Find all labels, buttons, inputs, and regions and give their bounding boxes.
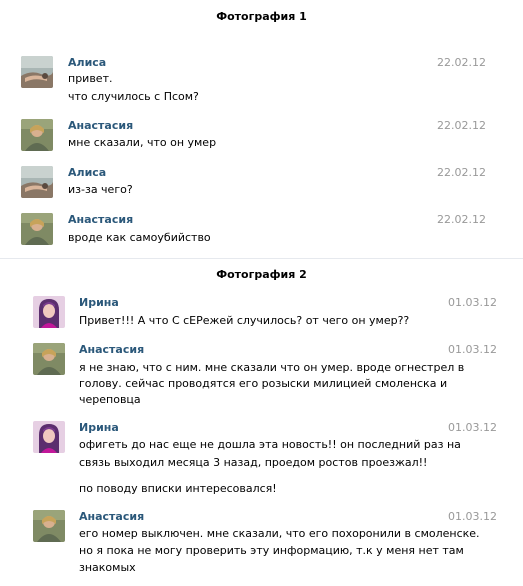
section-divider — [0, 258, 523, 259]
alisa-avatar-icon — [21, 56, 53, 88]
message-text: Привет!!! А что С сЕРежей случилось? от … — [79, 314, 410, 327]
avatar[interactable] — [33, 421, 65, 453]
avatar[interactable] — [21, 213, 53, 245]
irina-avatar-icon — [33, 421, 65, 453]
author-link[interactable]: Анастасия — [79, 510, 144, 523]
message: Ирина 01.03.12 офигеть до нас еще не дош… — [0, 421, 523, 497]
message: Ирина 01.03.12 Привет!!! А что С сЕРежей… — [0, 296, 523, 330]
message-date: 22.02.12 — [437, 166, 486, 179]
irina-avatar-icon — [33, 296, 65, 328]
author-link[interactable]: Алиса — [68, 56, 106, 69]
message-text: что случилось с Псом? — [68, 90, 199, 103]
author-link[interactable]: Анастасия — [68, 119, 133, 132]
author-link[interactable]: Ирина — [79, 296, 119, 309]
avatar[interactable] — [21, 166, 53, 198]
section-title-photo-2: Фотография 2 — [216, 268, 307, 281]
message-date: 01.03.12 — [448, 421, 497, 434]
author-link[interactable]: Анастасия — [68, 213, 133, 226]
message: Анастасия 01.03.12 его номер выключен. м… — [0, 510, 523, 576]
anastasia-avatar-icon — [33, 343, 65, 375]
message: Алиса 22.02.12 из-за чего? — [0, 166, 523, 200]
message: Анастасия 01.03.12 я не знаю, что с ним.… — [0, 343, 523, 407]
message-text: привет. — [68, 72, 113, 85]
anastasia-avatar-icon — [33, 510, 65, 542]
message: Алиса 22.02.12 привет. что случилось с П… — [0, 56, 523, 103]
avatar[interactable] — [21, 56, 53, 88]
message-text: вроде как самоубийство — [68, 231, 211, 244]
message-date: 01.03.12 — [448, 296, 497, 309]
message-text: офигеть до нас еще не дошла эта новость!… — [79, 438, 461, 451]
anastasia-avatar-icon — [21, 213, 53, 245]
message-text: по поводу вписки интересовался! — [79, 482, 277, 495]
message-text: голову. сейчас проводятся его розыски ми… — [79, 377, 448, 390]
author-link[interactable]: Алиса — [68, 166, 106, 179]
message-date: 22.02.12 — [437, 56, 486, 69]
message-text: но я пока не могу проверить эту информац… — [79, 544, 464, 557]
message-text: его номер выключен. мне сказали, что его… — [79, 527, 480, 540]
avatar[interactable] — [33, 296, 65, 328]
message-date: 22.02.12 — [437, 119, 486, 132]
alisa-avatar-icon — [21, 166, 53, 198]
message-text: связь выходил месяца 3 назад, проедом ро… — [79, 456, 428, 469]
avatar[interactable] — [21, 119, 53, 151]
message: Анастасия 22.02.12 вроде как самоубийств… — [0, 213, 523, 247]
message-text: из-за чего? — [68, 183, 133, 196]
message: Анастасия 22.02.12 мне сказали, что он у… — [0, 119, 523, 153]
message-text: знакомых — [79, 561, 136, 574]
message-date: 01.03.12 — [448, 343, 497, 356]
message-date: 22.02.12 — [437, 213, 486, 226]
avatar[interactable] — [33, 343, 65, 375]
author-link[interactable]: Ирина — [79, 421, 119, 434]
author-link[interactable]: Анастасия — [79, 343, 144, 356]
anastasia-avatar-icon — [21, 119, 53, 151]
message-text: череповца — [79, 393, 141, 406]
message-text: мне сказали, что он умер — [68, 136, 217, 149]
message-date: 01.03.12 — [448, 510, 497, 523]
message-text: я не знаю, что с ним. мне сказали что он… — [79, 361, 465, 374]
avatar[interactable] — [33, 510, 65, 542]
section-title-photo-1: Фотография 1 — [216, 10, 307, 23]
